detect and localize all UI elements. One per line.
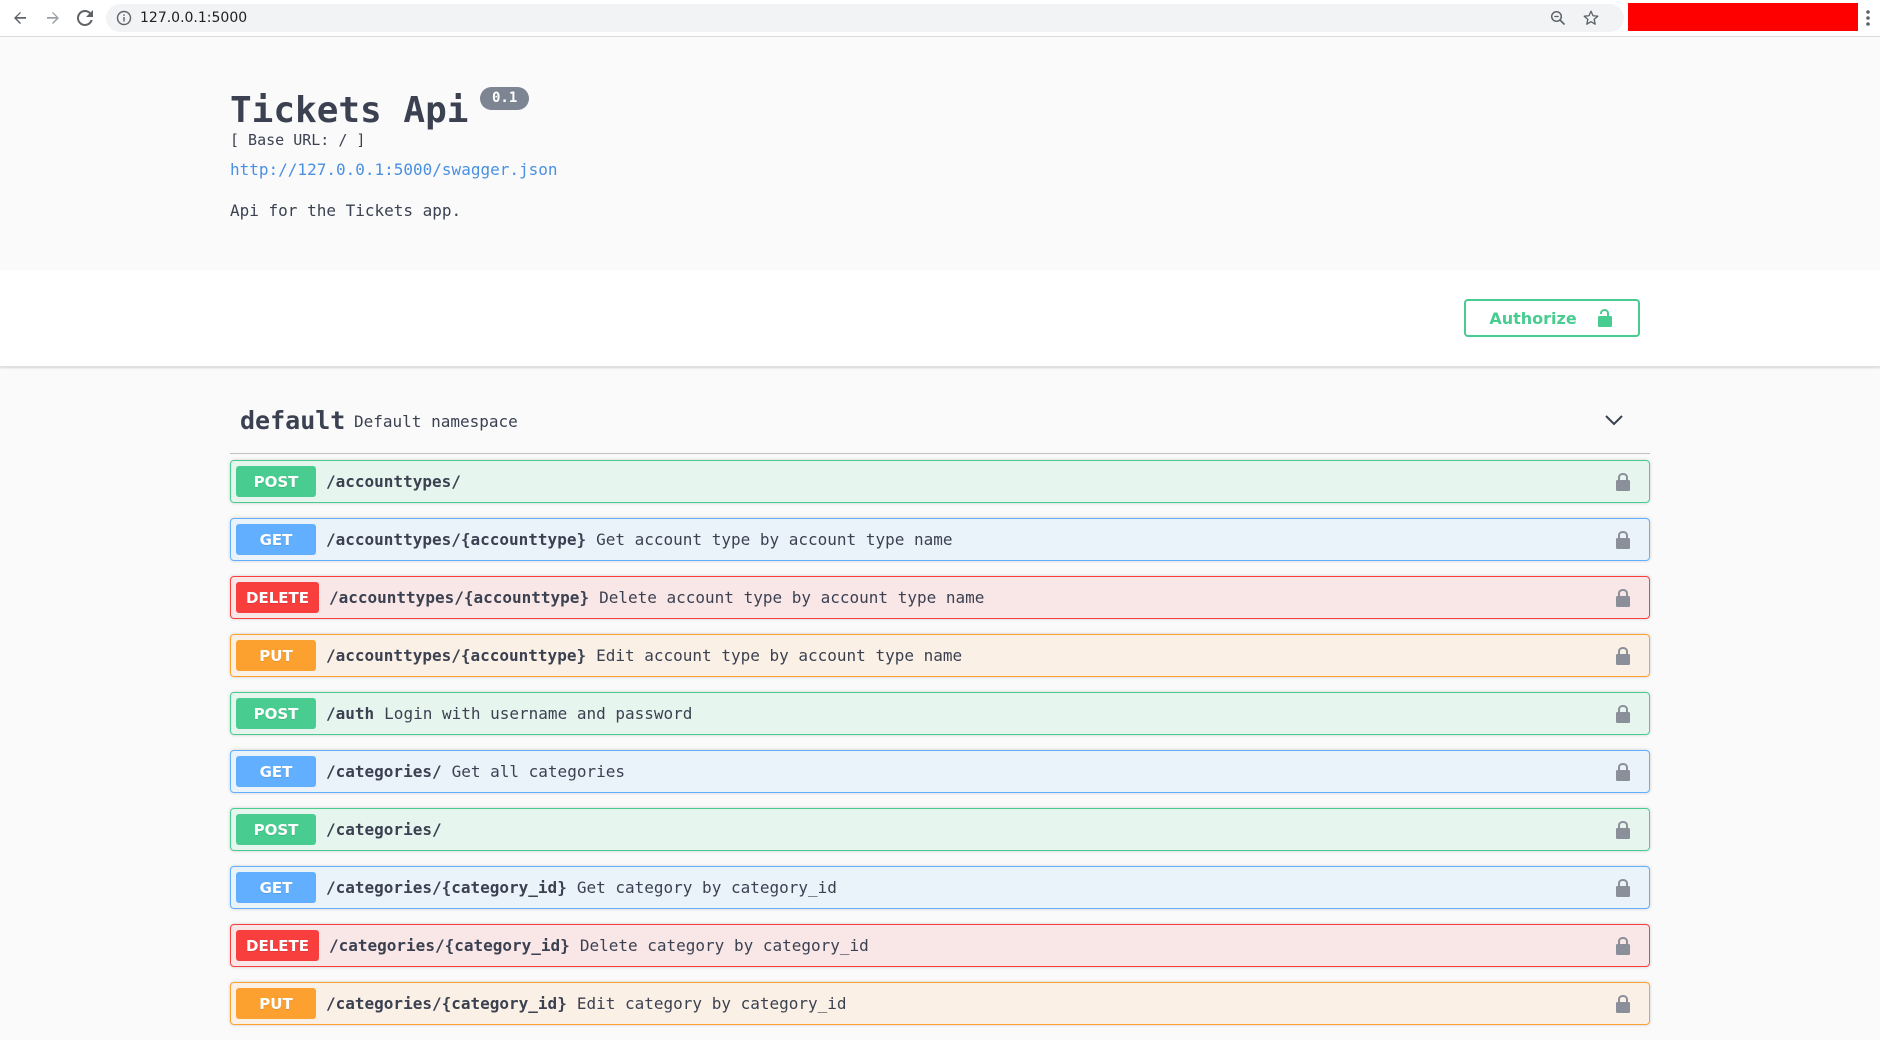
browser-toolbar: 127.0.0.1:5000 — [0, 0, 1880, 37]
zoom-icon[interactable] — [1550, 10, 1566, 26]
unlocked-icon — [1597, 309, 1612, 327]
lock-icon[interactable] — [1614, 762, 1632, 782]
operation-path: /accounttypes/{accounttype} — [328, 588, 590, 607]
operation-path: /categories/{category_id} — [326, 878, 567, 897]
operation-row[interactable]: GET /categories/{category_id} Get catego… — [230, 866, 1650, 909]
url-text[interactable]: 127.0.0.1:5000 — [140, 10, 247, 26]
operation-row[interactable]: PUT /accounttypes/{accounttype} Edit acc… — [230, 634, 1650, 677]
method-badge: DELETE — [236, 582, 319, 613]
base-url: [ Base URL: / ] — [230, 131, 366, 149]
operation-row[interactable]: DELETE /accounttypes/{accounttype} Delet… — [230, 576, 1650, 619]
operation-path: /accounttypes/{accounttype} — [326, 646, 587, 665]
authorize-button[interactable]: Authorize — [1464, 299, 1640, 337]
reload-icon — [77, 10, 93, 26]
operation-row[interactable]: POST /accounttypes/ — [230, 460, 1650, 503]
operation-row[interactable]: POST /categories/ — [230, 808, 1650, 851]
method-badge: POST — [236, 466, 316, 497]
operation-row[interactable]: POST /auth Login with username and passw… — [230, 692, 1650, 735]
operation-row[interactable]: PUT /categories/{category_id} Edit categ… — [230, 982, 1650, 1025]
lock-icon[interactable] — [1614, 530, 1632, 550]
version-badge: 0.1 — [480, 87, 530, 110]
operation-row[interactable]: GET /accounttypes/{accounttype} Get acco… — [230, 518, 1650, 561]
lock-icon[interactable] — [1614, 646, 1632, 666]
operation-path: /accounttypes/ — [326, 472, 461, 491]
method-badge: POST — [236, 698, 316, 729]
method-badge: GET — [236, 524, 316, 555]
operation-summary: Edit category by category_id — [576, 994, 847, 1013]
operations-list: POST /accounttypes/ GET /accounttypes/{a… — [230, 460, 1650, 1040]
method-badge: GET — [236, 756, 316, 787]
operation-path: /categories/ — [326, 820, 442, 839]
swagger-json-link[interactable]: http://127.0.0.1:5000/swagger.json — [230, 160, 558, 179]
lock-icon[interactable] — [1614, 472, 1632, 492]
arrow-left-icon — [14, 12, 26, 24]
operation-summary: Login with username and password — [384, 704, 693, 723]
operation-summary: Get category by category_id — [576, 878, 837, 897]
namespace-name: default — [240, 406, 346, 435]
lock-icon[interactable] — [1614, 704, 1632, 724]
chevron-down-icon[interactable] — [1604, 410, 1624, 430]
operation-summary: Edit account type by account type name — [596, 646, 963, 665]
address-bar[interactable]: 127.0.0.1:5000 — [106, 4, 1624, 32]
profile-area-redacted — [1628, 3, 1858, 31]
operation-summary: Get all categories — [451, 762, 625, 781]
lock-icon[interactable] — [1614, 878, 1632, 898]
method-badge: GET — [236, 872, 316, 903]
api-description: Api for the Tickets app. — [230, 201, 462, 220]
method-badge: PUT — [236, 988, 316, 1019]
api-title: Tickets Api — [230, 90, 469, 131]
operation-path: /categories/ — [326, 762, 442, 781]
lock-icon[interactable] — [1614, 936, 1632, 956]
arrow-right-icon — [47, 12, 59, 24]
operation-path: /accounttypes/{accounttype} — [326, 530, 587, 549]
lock-icon[interactable] — [1614, 820, 1632, 840]
operation-path: /categories/{category_id} — [328, 936, 570, 955]
kebab-menu-icon[interactable] — [1862, 8, 1874, 28]
scheme-container: Authorize — [0, 270, 1880, 367]
operation-summary: Get account type by account type name — [596, 530, 953, 549]
operation-path: /auth — [326, 704, 375, 723]
reload-button[interactable] — [73, 6, 97, 30]
method-badge: PUT — [236, 640, 316, 671]
operation-summary: Delete account type by account type name — [599, 588, 985, 607]
authorize-label: Authorize — [1489, 308, 1577, 328]
method-badge: POST — [236, 814, 316, 845]
operation-path: /categories/{category_id} — [326, 994, 567, 1013]
operation-summary: Delete category by category_id — [579, 936, 869, 955]
method-badge: DELETE — [236, 930, 319, 961]
operation-row[interactable]: GET /categories/ Get all categories — [230, 750, 1650, 793]
info-icon[interactable] — [116, 10, 132, 26]
namespace-description: Default namespace — [354, 412, 518, 431]
operation-row[interactable]: DELETE /categories/{category_id} Delete … — [230, 924, 1650, 967]
namespace-header[interactable]: default Default namespace — [230, 394, 1650, 454]
star-icon[interactable] — [1582, 9, 1600, 27]
lock-icon[interactable] — [1614, 588, 1632, 608]
forward-button[interactable] — [41, 6, 65, 30]
api-info: Tickets Api 0.1 [ Base URL: / ] http://1… — [0, 37, 1880, 270]
lock-icon[interactable] — [1614, 994, 1632, 1014]
back-button[interactable] — [8, 6, 32, 30]
